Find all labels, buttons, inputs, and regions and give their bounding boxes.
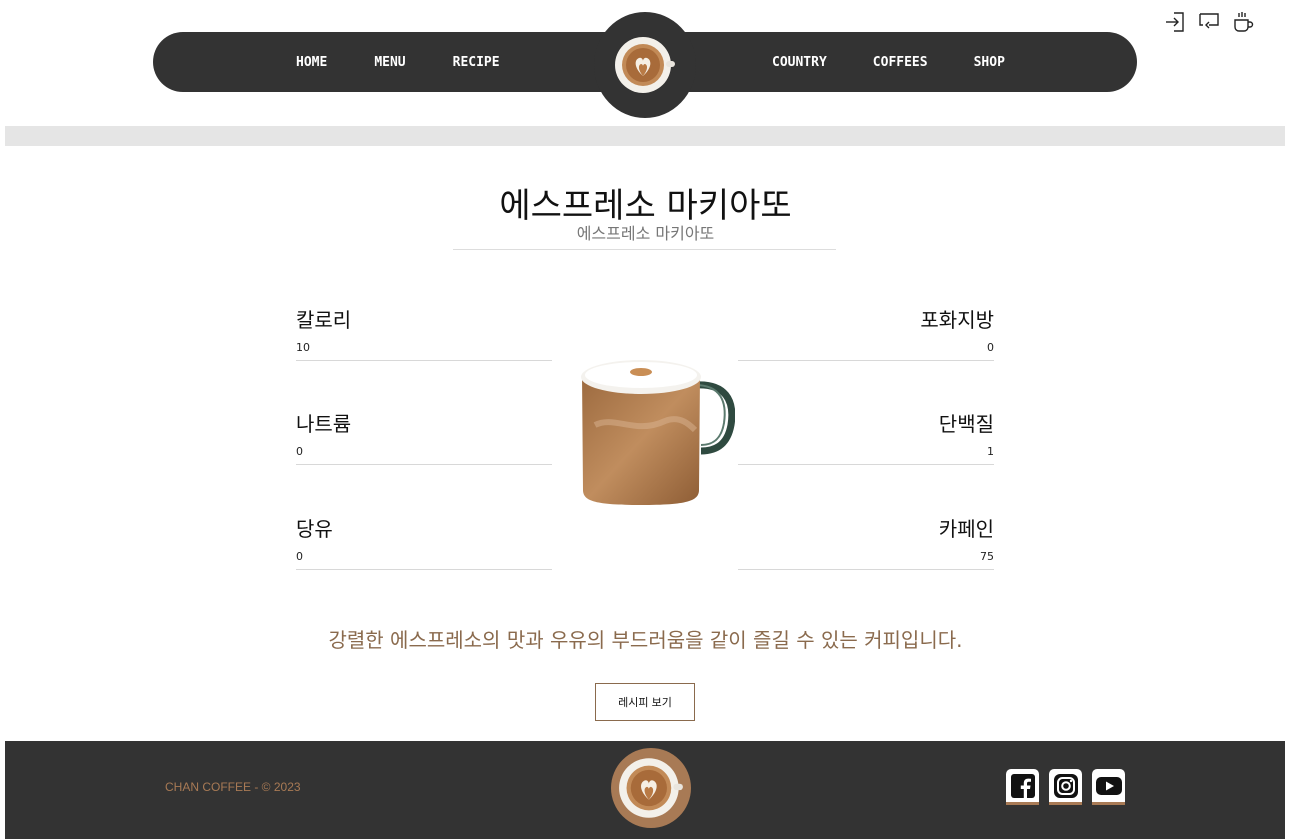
nutrition-label: 단백질: [938, 412, 994, 436]
latte-art-cup-icon: [615, 37, 675, 93]
page-title: 에스프레소 마키아또: [499, 186, 792, 226]
page-subtitle: 에스프레소 마키아또: [576, 224, 715, 243]
divider: [738, 464, 994, 465]
banner-strip: [5, 126, 1285, 146]
nutrition-label: 카페인: [938, 517, 994, 541]
instagram-link[interactable]: [1049, 769, 1082, 805]
instagram-icon: [1053, 773, 1078, 798]
nutrition-label: 포화지방: [920, 308, 994, 332]
coffee-cup-icon[interactable]: [1231, 10, 1255, 34]
divider: [296, 360, 552, 361]
view-recipe-button[interactable]: 레시피 보기: [595, 683, 695, 721]
nutrition-label: 나트륨: [296, 412, 352, 436]
nav-logo[interactable]: [594, 12, 696, 118]
nav-link-coffees[interactable]: COFFEES: [873, 55, 928, 70]
nutrition-sodium: 나트륨 0: [296, 411, 552, 465]
nutrition-label: 칼로리: [296, 308, 352, 332]
nutrition-sugar: 당유 0: [296, 516, 552, 570]
nav-link-country[interactable]: COUNTRY: [772, 55, 827, 70]
nutrition-value: 0: [987, 341, 994, 354]
nav-right-links: COUNTRY COFFEES SHOP: [772, 32, 1005, 92]
divider: [738, 569, 994, 570]
divider: [296, 464, 552, 465]
nutrition-value: 75: [980, 550, 994, 563]
login-icon[interactable]: [1163, 10, 1187, 34]
facebook-link[interactable]: [1006, 769, 1039, 805]
nav-link-recipe[interactable]: RECIPE: [453, 55, 500, 70]
nutrition-caffeine: 카페인 75: [738, 516, 994, 570]
facebook-icon: [1010, 773, 1035, 798]
nutrition-value: 0: [296, 550, 303, 563]
nav-left-links: HOME MENU RECIPE: [296, 32, 500, 92]
youtube-link[interactable]: [1092, 769, 1125, 805]
nutrition-protein: 단백질 1: [738, 411, 994, 465]
nutrition-value: 10: [296, 341, 310, 354]
nav-link-menu[interactable]: MENU: [374, 55, 405, 70]
latte-mug-image: [581, 360, 735, 505]
nutrition-label: 당유: [296, 517, 333, 541]
repeat-icon[interactable]: [1197, 10, 1221, 34]
nav-link-shop[interactable]: SHOP: [974, 55, 1005, 70]
nutrition-calories: 칼로리 10: [296, 307, 552, 361]
nutrition-value: 1: [987, 445, 994, 458]
footer-copyright: CHAN COFFEE - © 2023: [165, 780, 301, 794]
title-divider: [453, 249, 836, 250]
utility-icons: [1163, 10, 1255, 34]
footer: CHAN COFFEE - © 2023: [5, 741, 1285, 839]
nutrition-value: 0: [296, 445, 303, 458]
divider: [296, 569, 552, 570]
product-description: 강렬한 에스프레소의 맛과 우유의 부드러움을 같이 즐길 수 있는 커피입니다…: [328, 628, 963, 652]
nutrition-saturated-fat: 포화지방 0: [738, 307, 994, 361]
latte-art-cup-icon: [619, 758, 683, 818]
social-links: [1006, 769, 1125, 805]
nav-link-home[interactable]: HOME: [296, 55, 327, 70]
youtube-icon: [1095, 776, 1122, 795]
divider: [738, 360, 994, 361]
footer-logo[interactable]: [611, 748, 691, 828]
